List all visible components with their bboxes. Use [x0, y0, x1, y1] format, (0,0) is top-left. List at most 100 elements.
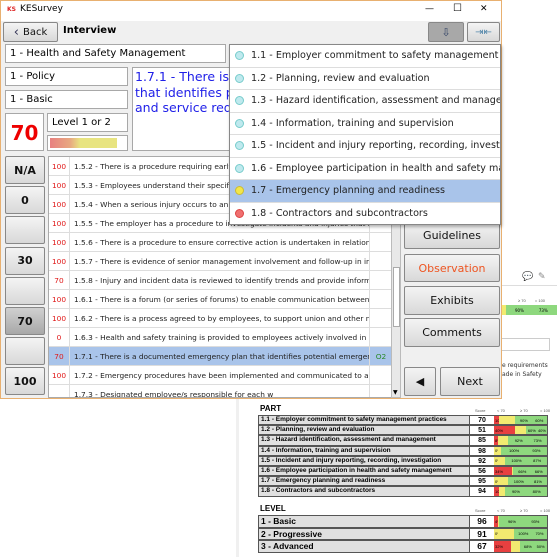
- report-row-score: 85: [470, 436, 494, 445]
- back-label: Back: [22, 26, 48, 38]
- section-field[interactable]: 1 - Health and Safety Management: [5, 44, 226, 63]
- bar-ge70: [497, 456, 505, 465]
- report-row-score: 92: [470, 456, 494, 465]
- bar-eq100: 66% 66%: [513, 467, 547, 476]
- previous-button[interactable]: ◀: [404, 367, 436, 396]
- bar-eq100: 100% 70%: [513, 528, 547, 539]
- table-row[interactable]: 100 1.5.7 - There is evidence of senior m…: [49, 252, 392, 271]
- report-row: 2 - Progressive910%100%70%: [258, 527, 548, 540]
- row-score: 70: [49, 347, 70, 365]
- maximize-button[interactable]: ☐: [453, 3, 462, 14]
- level-field[interactable]: 1 - Basic: [5, 90, 128, 109]
- dropdown-item[interactable]: 1.2 - Planning, review and evaluation: [230, 68, 500, 90]
- window-title: KESurvey: [20, 4, 63, 14]
- report-row-score: 95: [470, 477, 494, 486]
- table-row[interactable]: 70 1.7.1 - There is a documented emergenc…: [49, 347, 392, 366]
- observation-button[interactable]: Observation: [404, 254, 500, 282]
- bar-eq100: 68% 50%: [520, 541, 547, 552]
- score-button-empty[interactable]: [5, 337, 45, 366]
- status-cyan-icon: [235, 51, 244, 61]
- table-row[interactable]: 1.7.3 - Designated employee/s responsibl…: [49, 385, 392, 397]
- row-text: 1.7.2 - Emergency procedures have been i…: [70, 366, 370, 384]
- dropdown-item[interactable]: 1.6 - Employee participation in health a…: [230, 158, 500, 180]
- score-buttons: N/A 0 30 70 100: [5, 156, 45, 398]
- part-dropdown-list[interactable]: 1.1 - Employer commitment to safety mana…: [229, 44, 501, 225]
- compare-button[interactable]: ⇥⇤: [467, 22, 500, 42]
- report-section-title: LEVEL: [260, 504, 286, 513]
- score-bar-fill: [50, 138, 117, 148]
- table-row[interactable]: 100 1.6.1 - There is a forum (or series o…: [49, 290, 392, 309]
- table-row[interactable]: 100 1.5.6 - There is a procedure to ensur…: [49, 233, 392, 252]
- dropdown-item[interactable]: 1.3 - Hazard identification, assessment …: [230, 90, 500, 113]
- status-cyan-icon: [235, 118, 244, 128]
- report-row-score: 91: [470, 528, 494, 539]
- scrollbar-thumb[interactable]: [393, 267, 400, 327]
- bar-eq100: 90% 80%: [504, 487, 547, 496]
- dropdown-item[interactable]: 1.1 - Employer commitment to safety mana…: [230, 45, 500, 68]
- score-button-100[interactable]: 100: [5, 367, 45, 396]
- row-score: 100: [49, 195, 70, 213]
- bar-ge70: [499, 416, 516, 425]
- scroll-down-arrow[interactable]: ▼: [393, 389, 398, 396]
- exhibits-button[interactable]: Exhibits: [404, 286, 500, 315]
- report-row-label: 1.5 - Incident and injury reporting, rec…: [259, 456, 470, 465]
- row-score: [49, 385, 70, 397]
- dropdown-item-label: 1.7 - Emergency planning and readiness: [251, 185, 446, 197]
- bar-eq100: 96% 93%: [499, 516, 547, 527]
- report-row-score: 56: [470, 467, 494, 476]
- comments-button[interactable]: Comments: [404, 318, 500, 347]
- bar-lt70: 34%: [494, 467, 513, 476]
- report-row: 1.4 - Information, training and supervis…: [258, 445, 548, 456]
- score-button-70[interactable]: 70: [5, 307, 45, 335]
- guidelines-button[interactable]: Guidelines: [404, 221, 500, 249]
- bar-eq100: 60% 40%: [525, 426, 547, 435]
- bar-lt70: 40%: [494, 426, 516, 435]
- report-row-bar: 34% 66% 66%: [494, 467, 547, 476]
- report-row: 1 - Basic964%96%93%: [258, 515, 548, 528]
- report-row: 1.3 - Hazard identification, assessment …: [258, 435, 548, 446]
- sort-down-icon: ⇩: [441, 25, 451, 39]
- report-header-eq100: = 100: [540, 508, 551, 513]
- dropdown-item-label: 1.3 - Hazard identification, assessment …: [251, 95, 501, 107]
- bar-eq100: 100% 93%: [501, 446, 547, 455]
- chevron-left-icon: ‹: [13, 24, 19, 40]
- row-score: 100: [49, 309, 70, 327]
- row-text: 1.5.7 - There is evidence of senior mana…: [70, 252, 370, 270]
- close-button[interactable]: ✕: [480, 4, 488, 14]
- status-cyan-icon: [235, 73, 244, 83]
- dropdown-item-label: 1.5 - Incident and injury reporting, rec…: [251, 140, 500, 152]
- dropdown-item[interactable]: 1.4 - Information, training and supervis…: [230, 113, 500, 135]
- table-row[interactable]: 100 1.7.2 - Emergency procedures have bee…: [49, 366, 392, 385]
- report-row-score: 70: [470, 416, 494, 425]
- dropdown-item-label: 1.2 - Planning, review and evaluation: [251, 72, 430, 84]
- report-row-bar: 4%96%93%: [494, 516, 547, 527]
- page-title: Interview: [63, 25, 117, 36]
- score-display: 70: [5, 113, 44, 151]
- next-button[interactable]: Next: [440, 367, 500, 396]
- dropdown-item[interactable]: 1.5 - Incident and injury reporting, rec…: [230, 135, 500, 158]
- report-row-label: 1.6 - Employee participation in health a…: [259, 467, 470, 476]
- table-row[interactable]: 100 1.6.2 - There is a process agreed to …: [49, 309, 392, 328]
- part-field[interactable]: 1 - Policy: [5, 67, 128, 86]
- score-button-na[interactable]: N/A: [5, 156, 45, 184]
- status-red-icon: [235, 208, 244, 218]
- score-button-30[interactable]: 30: [5, 246, 45, 275]
- minimize-button[interactable]: —: [425, 4, 434, 14]
- row-score: 70: [49, 271, 70, 289]
- score-button-empty[interactable]: [5, 216, 45, 245]
- back-button[interactable]: ‹ Back: [3, 22, 58, 42]
- table-row[interactable]: 0 1.6.3 - Health and safety training is p…: [49, 328, 392, 347]
- score-bar: [47, 135, 128, 151]
- row-score: 100: [49, 252, 70, 270]
- report-row-score: 67: [470, 541, 494, 552]
- report-row-score: 51: [470, 426, 494, 435]
- score-button-empty[interactable]: [5, 276, 45, 305]
- score-button-0[interactable]: 0: [5, 186, 45, 215]
- table-row[interactable]: 70 1.5.8 - Injury and incident data is re…: [49, 271, 392, 290]
- dropdown-item[interactable]: 1.8 - Contractors and subcontractors: [230, 203, 500, 225]
- report-row-label: 1.2 - Planning, review and evaluation: [259, 426, 470, 435]
- sort-button[interactable]: ⇩: [428, 22, 464, 42]
- report-section-title: PART: [260, 404, 282, 413]
- dropdown-item[interactable]: 1.7 - Emergency planning and readiness: [230, 180, 500, 203]
- row-score: 100: [49, 290, 70, 308]
